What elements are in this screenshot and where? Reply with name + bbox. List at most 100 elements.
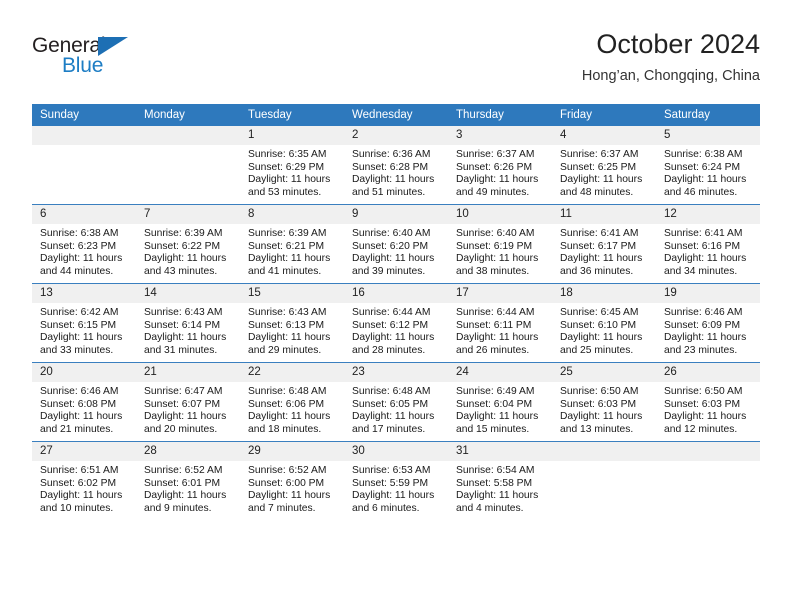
calendar-day-cell[interactable]: 13 Sunrise: 6:42 AM Sunset: 6:15 PM Dayligh… [32, 283, 136, 363]
calendar-day-cell[interactable]: 23 Sunrise: 6:48 AM Sunset: 6:05 PM Dayligh… [344, 362, 448, 442]
sunrise-text: Sunrise: 6:48 AM [248, 386, 327, 397]
calendar-day-cell[interactable]: 2 Sunrise: 6:36 AM Sunset: 6:28 PM Daylight… [344, 126, 448, 205]
daylight-text-line1: Daylight: 11 hours [456, 411, 539, 423]
calendar-day-cell[interactable]: 31 Sunrise: 6:54 AM Sunset: 5:58 PM Dayligh… [448, 441, 552, 520]
day-details: Sunrise: 6:45 AM Sunset: 6:10 PM Daylight:… [552, 303, 656, 357]
calendar-day-cell[interactable]: 30 Sunrise: 6:53 AM Sunset: 5:59 PM Dayligh… [344, 441, 448, 520]
day-number [32, 126, 136, 145]
day-details: Sunrise: 6:50 AM Sunset: 6:03 PM Daylight:… [552, 382, 656, 436]
day-number: 7 [136, 205, 240, 224]
sunset-text: Sunset: 6:16 PM [664, 240, 741, 252]
calendar-day-cell[interactable]: 22 Sunrise: 6:48 AM Sunset: 6:06 PM Dayligh… [240, 362, 344, 442]
daylight-text-line2: and 44 minutes. [40, 265, 114, 277]
calendar-day-cell[interactable]: 6 Sunrise: 6:38 AM Sunset: 6:23 PM Daylight… [32, 204, 136, 284]
calendar-day-cell[interactable]: 3 Sunrise: 6:37 AM Sunset: 6:26 PM Daylight… [448, 126, 552, 205]
day-number: 31 [448, 442, 552, 461]
logo-text-blue: Blue [62, 54, 104, 77]
sunrise-text: Sunrise: 6:44 AM [352, 307, 431, 318]
sunrise-text: Sunrise: 6:52 AM [144, 465, 223, 476]
sunrise-text: Sunrise: 6:51 AM [40, 465, 119, 476]
daylight-text-line2: and 29 minutes. [248, 344, 322, 356]
calendar-day-cell[interactable]: 12 Sunrise: 6:41 AM Sunset: 6:16 PM Dayligh… [656, 204, 760, 284]
daylight-text-line2: and 12 minutes. [664, 423, 738, 435]
sunset-text: Sunset: 6:26 PM [456, 161, 533, 173]
day-number: 24 [448, 363, 552, 382]
day-number: 28 [136, 442, 240, 461]
page-header: General Blue October 2024 Hong’an, Chong… [32, 28, 760, 100]
weekday-header-monday: Monday [136, 104, 240, 126]
day-number: 30 [344, 442, 448, 461]
day-details: Sunrise: 6:38 AM Sunset: 6:23 PM Daylight:… [32, 224, 136, 278]
calendar-day-cell[interactable]: 17 Sunrise: 6:44 AM Sunset: 6:11 PM Dayligh… [448, 283, 552, 363]
calendar-day-cell[interactable]: 14 Sunrise: 6:43 AM Sunset: 6:14 PM Dayligh… [136, 283, 240, 363]
sunrise-text: Sunrise: 6:46 AM [664, 307, 743, 318]
calendar-week-row: 6 Sunrise: 6:38 AM Sunset: 6:23 PM Daylight… [32, 204, 760, 284]
calendar-day-cell[interactable]: 28 Sunrise: 6:52 AM Sunset: 6:01 PM Dayligh… [136, 441, 240, 520]
calendar-day-cell[interactable]: 26 Sunrise: 6:50 AM Sunset: 6:03 PM Dayligh… [656, 362, 760, 442]
calendar-day-cell[interactable]: 15 Sunrise: 6:43 AM Sunset: 6:13 PM Dayligh… [240, 283, 344, 363]
sunset-text: Sunset: 6:21 PM [248, 240, 325, 252]
daylight-text-line2: and 28 minutes. [352, 344, 426, 356]
weekday-header-friday: Friday [552, 104, 656, 126]
calendar-day-cell[interactable]: 11 Sunrise: 6:41 AM Sunset: 6:17 PM Dayligh… [552, 204, 656, 284]
day-details: Sunrise: 6:52 AM Sunset: 6:00 PM Daylight:… [240, 461, 344, 515]
sunset-text: Sunset: 6:14 PM [144, 319, 221, 331]
daylight-text-line1: Daylight: 11 hours [144, 332, 227, 344]
calendar-day-cell[interactable]: 8 Sunrise: 6:39 AM Sunset: 6:21 PM Daylight… [240, 204, 344, 284]
sunrise-text: Sunrise: 6:41 AM [664, 228, 743, 239]
calendar-day-cell-empty [552, 441, 656, 520]
daylight-text-line2: and 31 minutes. [144, 344, 218, 356]
daylight-text-line2: and 49 minutes. [456, 186, 530, 198]
sunset-text: Sunset: 6:06 PM [248, 398, 325, 410]
page-title: October 2024 [596, 29, 760, 59]
day-number [552, 442, 656, 461]
sunrise-text: Sunrise: 6:50 AM [560, 386, 639, 397]
daylight-text-line2: and 21 minutes. [40, 423, 114, 435]
day-details: Sunrise: 6:40 AM Sunset: 6:19 PM Daylight:… [448, 224, 552, 278]
calendar-day-cell[interactable]: 9 Sunrise: 6:40 AM Sunset: 6:20 PM Daylight… [344, 204, 448, 284]
calendar-day-cell[interactable]: 19 Sunrise: 6:46 AM Sunset: 6:09 PM Dayligh… [656, 283, 760, 363]
sunrise-text: Sunrise: 6:40 AM [352, 228, 431, 239]
day-number: 17 [448, 284, 552, 303]
calendar-day-cell[interactable]: 25 Sunrise: 6:50 AM Sunset: 6:03 PM Dayligh… [552, 362, 656, 442]
sunset-text: Sunset: 6:20 PM [352, 240, 429, 252]
calendar-day-cell[interactable]: 18 Sunrise: 6:45 AM Sunset: 6:10 PM Dayligh… [552, 283, 656, 363]
calendar-week-row: 27 Sunrise: 6:51 AM Sunset: 6:02 PM Dayligh… [32, 441, 760, 520]
daylight-text-line1: Daylight: 11 hours [352, 411, 435, 423]
weekday-header-tuesday: Tuesday [240, 104, 344, 126]
daylight-text-line1: Daylight: 11 hours [40, 411, 123, 423]
calendar-day-cell[interactable]: 16 Sunrise: 6:44 AM Sunset: 6:12 PM Dayligh… [344, 283, 448, 363]
calendar-day-cell[interactable]: 4 Sunrise: 6:37 AM Sunset: 6:25 PM Daylight… [552, 126, 656, 205]
daylight-text-line1: Daylight: 11 hours [664, 332, 747, 344]
general-blue-logo[interactable]: General Blue [32, 34, 182, 86]
calendar-week-row: 20 Sunrise: 6:46 AM Sunset: 6:08 PM Dayligh… [32, 362, 760, 442]
sunset-text: Sunset: 6:28 PM [352, 161, 429, 173]
sunset-text: Sunset: 6:03 PM [664, 398, 741, 410]
day-number: 26 [656, 363, 760, 382]
day-number: 29 [240, 442, 344, 461]
day-details: Sunrise: 6:54 AM Sunset: 5:58 PM Daylight:… [448, 461, 552, 515]
day-details: Sunrise: 6:44 AM Sunset: 6:11 PM Daylight:… [448, 303, 552, 357]
daylight-text-line2: and 6 minutes. [352, 502, 420, 514]
daylight-text-line2: and 53 minutes. [248, 186, 322, 198]
daylight-text-line2: and 18 minutes. [248, 423, 322, 435]
daylight-text-line1: Daylight: 11 hours [352, 174, 435, 186]
day-number: 6 [32, 205, 136, 224]
calendar-day-cell[interactable]: 20 Sunrise: 6:46 AM Sunset: 6:08 PM Dayligh… [32, 362, 136, 442]
calendar-day-cell[interactable]: 29 Sunrise: 6:52 AM Sunset: 6:00 PM Dayligh… [240, 441, 344, 520]
calendar-day-cell[interactable]: 24 Sunrise: 6:49 AM Sunset: 6:04 PM Dayligh… [448, 362, 552, 442]
day-details: Sunrise: 6:36 AM Sunset: 6:28 PM Daylight:… [344, 145, 448, 199]
daylight-text-line2: and 13 minutes. [560, 423, 634, 435]
calendar-day-cell[interactable]: 5 Sunrise: 6:38 AM Sunset: 6:24 PM Daylight… [656, 126, 760, 205]
sunrise-text: Sunrise: 6:38 AM [40, 228, 119, 239]
calendar-day-cell[interactable]: 21 Sunrise: 6:47 AM Sunset: 6:07 PM Dayligh… [136, 362, 240, 442]
calendar-day-cell[interactable]: 1 Sunrise: 6:35 AM Sunset: 6:29 PM Daylight… [240, 126, 344, 205]
day-number: 15 [240, 284, 344, 303]
daylight-text-line1: Daylight: 11 hours [248, 174, 331, 186]
day-number: 16 [344, 284, 448, 303]
calendar-day-cell[interactable]: 27 Sunrise: 6:51 AM Sunset: 6:02 PM Dayligh… [32, 441, 136, 520]
calendar-day-cell[interactable]: 7 Sunrise: 6:39 AM Sunset: 6:22 PM Daylight… [136, 204, 240, 284]
sunrise-text: Sunrise: 6:48 AM [352, 386, 431, 397]
day-number: 4 [552, 126, 656, 145]
calendar-day-cell[interactable]: 10 Sunrise: 6:40 AM Sunset: 6:19 PM Dayligh… [448, 204, 552, 284]
